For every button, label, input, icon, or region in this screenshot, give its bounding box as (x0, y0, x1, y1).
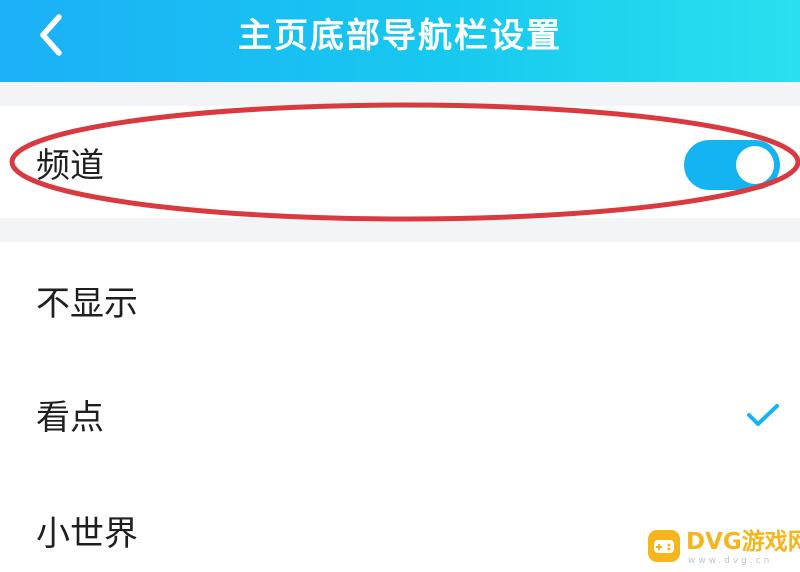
channel-toggle[interactable] (684, 140, 780, 190)
checkmark-icon (747, 404, 779, 426)
channel-label: 频道 (36, 146, 104, 186)
option-label-small-world: 小世界 (36, 514, 138, 554)
option-label-kandian: 看点 (36, 398, 104, 438)
section-divider (0, 218, 800, 242)
section-divider (0, 82, 800, 106)
settings-screen: 主页底部导航栏设置 频道 不显示 看点 小世界 DVG游戏网 www.dvg.c… (0, 0, 800, 572)
watermark-subtext: www.dvg.cn (688, 556, 773, 566)
watermark-text: DVG游戏网 (686, 529, 800, 555)
option-row-kandian[interactable] (0, 360, 800, 470)
channel-setting-row (0, 106, 800, 218)
option-label-hide: 不显示 (36, 284, 138, 324)
nav-header: 主页底部导航栏设置 (0, 0, 800, 82)
watermark: DVG游戏网 www.dvg.cn (646, 522, 800, 568)
gamepad-icon (648, 530, 680, 562)
toggle-knob (736, 146, 774, 184)
page-title: 主页底部导航栏设置 (238, 16, 562, 56)
